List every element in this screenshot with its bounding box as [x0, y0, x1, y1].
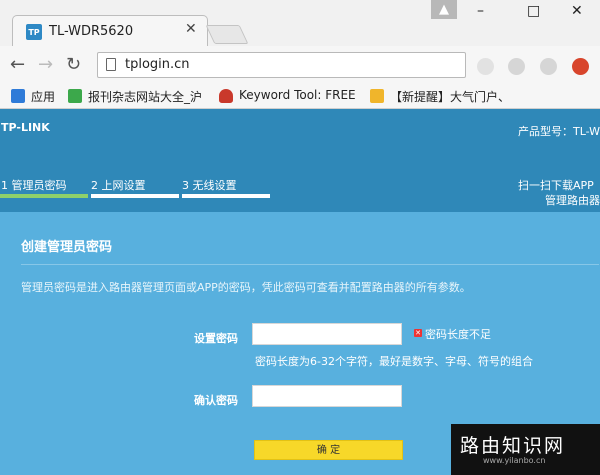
- flame-icon[interactable]: [219, 89, 233, 103]
- product-model: 产品型号：TL-W: [518, 125, 600, 138]
- confirm-label: 确认密码: [194, 394, 238, 407]
- qr-download-text: 扫一扫下载APP: [518, 179, 594, 192]
- trophy-icon[interactable]: [370, 89, 384, 103]
- bookmark-portal[interactable]: 【新提醒】大气门户、: [390, 88, 510, 105]
- url-text[interactable]: tplogin.cn: [125, 57, 190, 72]
- step-progress: [91, 194, 179, 198]
- tab-title: TL-WDR5620: [49, 24, 134, 39]
- bookmark-green-icon[interactable]: [68, 89, 82, 103]
- step-wireless-settings: 3 无线设置: [182, 179, 237, 192]
- tplink-favicon-icon: TP: [26, 24, 42, 40]
- confirm-password-input[interactable]: [252, 385, 402, 407]
- qr-manage-text: 管理路由器: [545, 194, 600, 207]
- back-arrow-icon[interactable]: ←: [10, 54, 25, 75]
- tab-close-icon[interactable]: ✕: [185, 21, 197, 37]
- watermark: 路由知识网 www.yilanbo.cn: [451, 424, 600, 475]
- bookmark-apps[interactable]: 应用: [31, 88, 55, 105]
- watermark-title: 路由知识网: [460, 435, 566, 457]
- password-label: 设置密码: [194, 332, 238, 345]
- extension-icon[interactable]: [572, 58, 589, 75]
- password-hint: 密码长度为6-32个字符，最好是数字、字母、符号的组合: [255, 355, 533, 368]
- password-error: 密码长度不足: [425, 328, 491, 341]
- password-input[interactable]: [252, 323, 402, 345]
- step-progress: [182, 194, 270, 198]
- reload-icon[interactable]: ↻: [66, 54, 81, 75]
- bookmarks-bar: 应用 报刊杂志网站大全_沪 Keyword Tool: FREE 【新提醒】大气…: [0, 84, 600, 109]
- bookmark-keyword-tool[interactable]: Keyword Tool: FREE: [239, 88, 356, 102]
- apps-grid-icon[interactable]: [11, 89, 25, 103]
- watermark-url: www.yilanbo.cn: [483, 456, 546, 465]
- form-title: 创建管理员密码: [21, 240, 113, 255]
- tplink-logo: TP-LINK: [1, 121, 50, 134]
- browser-tab[interactable]: TP TL-WDR5620 ✕: [12, 15, 208, 47]
- error-icon: ✕: [414, 329, 422, 337]
- extension-icon[interactable]: [477, 58, 494, 75]
- maximize-button[interactable]: □: [527, 3, 540, 19]
- step-internet-settings: 2 上网设置: [91, 179, 146, 192]
- step-progress-active: [0, 194, 88, 198]
- router-header: TP-LINK 产品型号：TL-W: [0, 109, 600, 172]
- divider: [21, 264, 599, 265]
- form-description: 管理员密码是进入路由器管理页面或APP的密码，凭此密码可查看并配置路由器的所有参…: [21, 281, 471, 294]
- close-window-button[interactable]: ✕: [571, 3, 583, 19]
- new-tab-button[interactable]: [205, 25, 249, 44]
- confirm-button[interactable]: 确 定: [254, 440, 403, 460]
- page-icon: [106, 58, 116, 71]
- extension-icon[interactable]: [540, 58, 557, 75]
- browser-tab-strip: TP TL-WDR5620 ✕ ▲ – □ ✕: [0, 0, 600, 47]
- extension-icon[interactable]: [508, 58, 525, 75]
- forward-arrow-icon[interactable]: →: [38, 54, 53, 75]
- user-profile-icon[interactable]: ▲: [431, 0, 457, 19]
- minimize-button[interactable]: –: [477, 3, 484, 19]
- bookmark-newspapers[interactable]: 报刊杂志网站大全_沪: [88, 88, 202, 105]
- step-admin-password: 1 管理员密码: [1, 179, 67, 192]
- address-bar[interactable]: tplogin.cn: [97, 52, 466, 78]
- setup-steps: 1 管理员密码 2 上网设置 3 无线设置 扫一扫下载APP 管理路由器: [0, 172, 600, 207]
